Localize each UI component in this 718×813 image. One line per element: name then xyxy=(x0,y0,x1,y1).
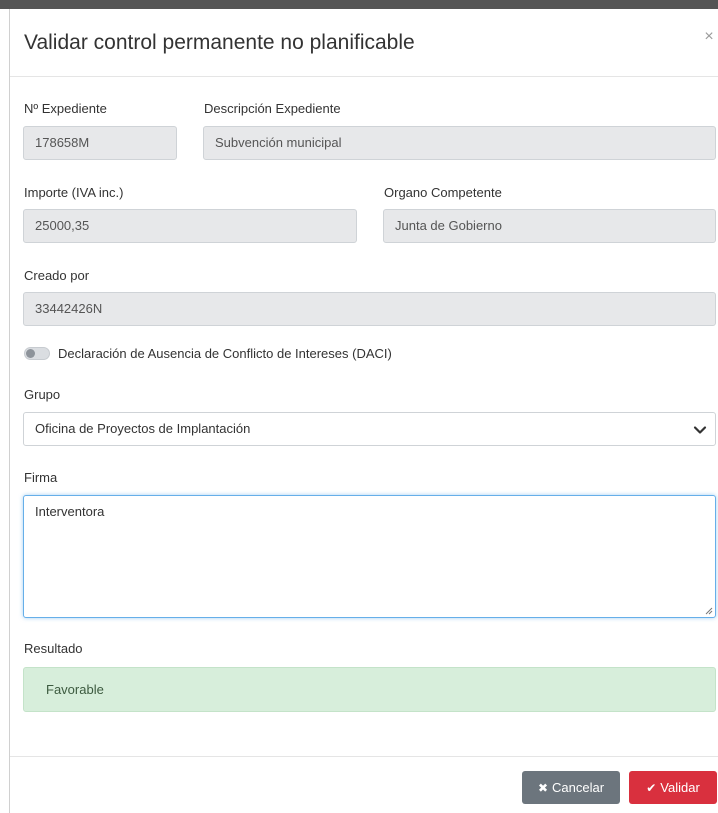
close-icon[interactable]: × xyxy=(701,29,717,45)
check-icon: ✔ xyxy=(646,780,657,795)
dialog-header: Validar control permanente no planificab… xyxy=(10,9,718,77)
validate-button[interactable]: ✔ Validar xyxy=(629,771,717,804)
resultado-label: Resultado xyxy=(24,641,83,656)
times-icon: ✖ xyxy=(537,780,549,795)
resize-grip-icon[interactable] xyxy=(703,605,713,615)
organo-field[interactable]: Junta de Gobierno xyxy=(383,209,716,243)
grupo-label: Grupo xyxy=(24,387,61,402)
creado-label: Creado por xyxy=(24,268,90,283)
daci-toggle-knob xyxy=(26,348,35,358)
expediente-label: Nº Expediente xyxy=(24,101,107,116)
cancel-button-label: Cancelar xyxy=(552,780,605,795)
dialog-footer: ✖ Cancelar ✔ Validar xyxy=(10,756,718,813)
grupo-select[interactable]: Oficina de Proyectos de Implantación xyxy=(23,412,716,446)
creado-field[interactable]: 33442426N xyxy=(23,292,716,326)
descripcion-field[interactable]: Subvención municipal xyxy=(203,126,716,160)
firma-textarea[interactable]: Interventora xyxy=(23,495,716,618)
grupo-selected-value: Oficina de Proyectos de Implantación xyxy=(35,421,251,436)
resultado-badge: Favorable xyxy=(23,667,716,712)
daci-toggle-row: Declaración de Ausencia de Conflicto de … xyxy=(24,344,392,362)
dialog-title: Validar control permanente no planificab… xyxy=(24,31,415,54)
chevron-down-icon xyxy=(693,426,707,434)
importe-field[interactable]: 25000,35 xyxy=(23,209,357,243)
descripcion-label: Descripción Expediente xyxy=(204,101,341,116)
validar-control-dialog: Validar control permanente no planificab… xyxy=(9,9,718,813)
window-top-bar xyxy=(0,0,718,9)
organo-label: Organo Competente xyxy=(384,185,502,200)
expediente-field[interactable]: 178658M xyxy=(23,126,177,160)
validate-button-label: Validar xyxy=(660,780,700,795)
firma-label: Firma xyxy=(24,470,58,485)
daci-label: Declaración de Ausencia de Conflicto de … xyxy=(58,345,392,361)
importe-label: Importe (IVA inc.) xyxy=(24,185,124,200)
daci-toggle[interactable] xyxy=(24,346,50,360)
firma-text: Interventora xyxy=(35,504,105,519)
cancel-button[interactable]: ✖ Cancelar xyxy=(522,771,620,804)
